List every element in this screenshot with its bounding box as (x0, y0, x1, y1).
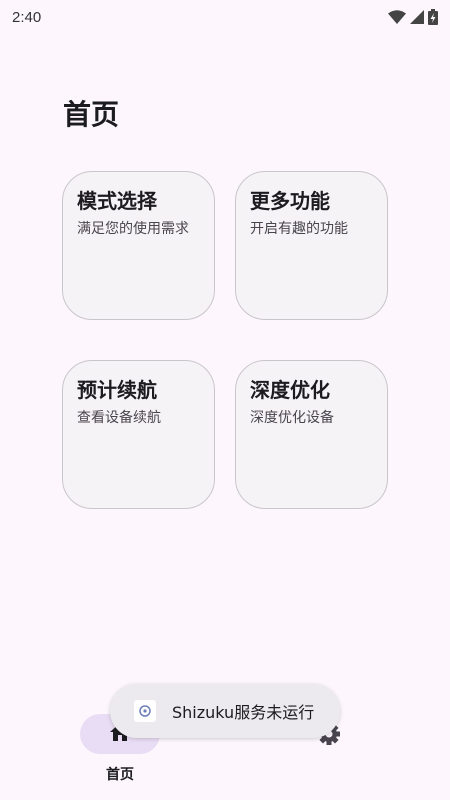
battery-charging-icon (428, 9, 438, 25)
nav-home-label: 首页 (106, 767, 134, 783)
status-icons (388, 9, 438, 25)
card-more-features[interactable]: 更多功能 开启有趣的功能 (235, 171, 388, 320)
signal-icon (410, 10, 424, 24)
card-subtitle: 查看设备续航 (77, 410, 161, 426)
status-time: 2:40 (12, 8, 42, 26)
wifi-icon (388, 10, 406, 24)
card-deep-optimize[interactable]: 深度优化 深度优化设备 (235, 360, 388, 509)
card-title: 模式选择 (77, 189, 157, 213)
toast-message: Shizuku服务未运行 (110, 684, 340, 738)
card-subtitle: 满足您的使用需求 (77, 221, 189, 237)
toast-text: Shizuku服务未运行 (172, 703, 315, 722)
page-title: 首页 (63, 98, 120, 131)
card-subtitle: 开启有趣的功能 (250, 221, 348, 237)
card-mode-select[interactable]: 模式选择 满足您的使用需求 (62, 171, 215, 320)
card-battery-estimate[interactable]: 预计续航 查看设备续航 (62, 360, 215, 509)
card-title: 深度优化 (250, 378, 330, 402)
status-bar: 2:40 (0, 0, 450, 34)
shizuku-app-icon (134, 700, 156, 722)
card-title: 更多功能 (250, 189, 330, 213)
card-subtitle: 深度优化设备 (250, 410, 334, 426)
card-title: 预计续航 (77, 378, 157, 402)
